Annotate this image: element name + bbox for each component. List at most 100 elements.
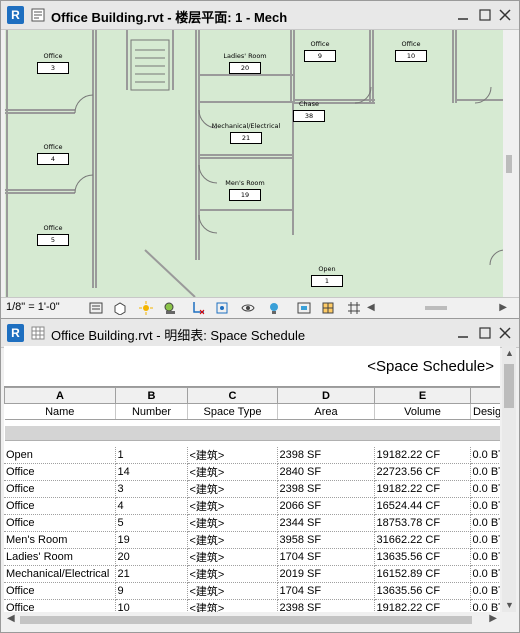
table-cell[interactable]: <建筑> [187,565,278,583]
table-cell[interactable]: 21 [115,565,188,583]
constraints-icon[interactable] [347,301,361,315]
crop-view-icon[interactable] [191,301,205,315]
table-cell[interactable]: 20 [115,548,188,566]
table-cell[interactable]: 3 [115,480,188,498]
table-cell[interactable]: 9 [115,582,188,600]
close-icon[interactable] [497,7,513,23]
column-name[interactable]: Number [115,403,188,420]
table-row[interactable]: Men's Room19<建筑>3958 SF31662.22 CF0.0 BT… [4,531,500,549]
table-cell[interactable]: 3958 SF [277,531,375,549]
plan-vertical-scrollbar[interactable] [503,30,515,297]
table-cell[interactable]: 2840 SF [277,463,375,481]
table-cell[interactable]: 19182.22 CF [374,447,471,464]
table-row[interactable]: Office3<建筑>2398 SF19182.22 CF0.0 BTU [4,480,500,498]
maximize-icon[interactable] [477,325,493,341]
table-cell[interactable]: 19 [115,531,188,549]
maximize-icon[interactable] [477,7,493,23]
table-cell[interactable]: 19182.22 CF [374,599,471,612]
room-tag-mechanical-electrical[interactable]: Mechanical/Electrical 21 [207,122,285,144]
table-cell[interactable]: 16152.89 CF [374,565,471,583]
table-row[interactable]: Office4<建筑>2066 SF16524.44 CF0.0 BTU [4,497,500,515]
table-cell[interactable]: <建筑> [187,447,278,464]
table-row[interactable]: Office10<建筑>2398 SF19182.22 CF0.0 BTU [4,599,500,612]
table-cell[interactable]: 0.0 BTU [470,548,500,566]
schedule-vertical-scrollbar[interactable]: ▲ ▼ [502,346,516,612]
table-cell[interactable]: 13635.56 CF [374,582,471,600]
table-row[interactable]: Mechanical/Electrical 21 <建筑> 2019 SF 16152.… [4,565,500,583]
table-cell[interactable]: Mechanical/Electrical [4,565,116,583]
temporary-view-properties-icon[interactable] [297,301,311,315]
shadows-icon[interactable] [163,301,177,315]
table-cell[interactable]: 2066 SF [277,497,375,515]
room-tag-chase[interactable]: Chase 38 [279,100,339,122]
close-icon[interactable] [497,325,513,341]
table-cell[interactable]: <建筑> [187,531,278,549]
table-cell[interactable]: 19182.22 CF [374,480,471,498]
room-tag-office-3[interactable]: Office 3 [23,52,83,74]
table-cell[interactable]: <建筑> [187,599,278,612]
table-cell[interactable]: 0.0 BTU [470,447,500,464]
table-cell[interactable]: 4 [115,497,188,515]
table-cell[interactable]: <建筑> [187,463,278,481]
room-tag-office-9[interactable]: Office 9 [290,40,350,62]
space-schedule-table[interactable]: <Space Schedule> A B C D E Name Number S… [4,346,500,612]
minimize-icon[interactable] [455,325,471,341]
minimize-icon[interactable] [455,7,471,23]
column-letter[interactable]: E [374,387,471,404]
room-tag-ladies-room[interactable]: Ladies' Room 20 [215,52,275,74]
table-cell[interactable]: 22723.56 CF [374,463,471,481]
table-cell[interactable]: 0.0 BTU [470,480,500,498]
table-cell[interactable]: <建筑> [187,480,278,498]
table-row[interactable]: Office14<建筑>2840 SF22723.56 CF0.0 BTU [4,463,500,481]
detail-level-icon[interactable] [89,301,103,315]
table-cell[interactable]: 0.0 BTU [470,599,500,612]
column-letter[interactable]: D [277,387,375,404]
table-cell[interactable]: 1 [115,447,188,464]
plan-horizontal-scrollbar[interactable]: ◀ ▶ [367,302,507,314]
temporary-hide-icon[interactable] [241,301,255,315]
table-row[interactable]: Ladies' Room 20 <建筑> 1704 SF 13635.56 CF 0.0 … [4,548,500,566]
table-cell[interactable]: <建筑> [187,548,278,566]
table-cell[interactable]: 0.0 BTU [470,582,500,600]
column-name[interactable]: Space Type [187,403,278,420]
schedule-titlebar[interactable]: R Office Building.rvt - 明细表: Space Sched… [1,319,519,348]
column-letter[interactable]: C [187,387,278,404]
column-letter[interactable]: B [115,387,188,404]
schedule-horizontal-scrollbar[interactable]: ◀ ▶ [4,612,500,628]
table-cell[interactable]: 0.0 BTU [470,497,500,515]
table-cell[interactable]: Open [4,447,116,464]
table-cell[interactable]: 0.0 BTU [470,531,500,549]
plan-titlebar[interactable]: R Office Building.rvt - 楼层平面: 1 - Mech [1,1,519,30]
column-name[interactable]: Volume [374,403,471,420]
floor-plan-canvas[interactable]: Office 3 Office 4 Office 5 Ladies' Room 20 M… [5,30,505,297]
analytical-model-icon[interactable] [321,301,335,315]
table-cell[interactable]: 14 [115,463,188,481]
room-tag-office-4[interactable]: Office 4 [23,143,83,165]
show-crop-region-icon[interactable] [215,301,229,315]
table-cell[interactable]: 31662.22 CF [374,531,471,549]
table-cell[interactable]: 0.0 BTU [470,514,500,532]
table-cell[interactable]: Office [4,463,116,481]
table-row[interactable]: Office9<建筑>1704 SF13635.56 CF0.0 BTU [4,582,500,600]
table-cell[interactable]: <建筑> [187,497,278,515]
table-cell[interactable]: 13635.56 CF [374,548,471,566]
table-cell[interactable]: 0.0 BTU [470,463,500,481]
table-cell[interactable]: Office [4,480,116,498]
column-letter[interactable] [470,387,500,404]
table-cell[interactable]: 5 [115,514,188,532]
view-scale[interactable]: 1/8" = 1'-0" [6,301,60,313]
table-cell[interactable]: <建筑> [187,582,278,600]
sun-path-icon[interactable] [139,301,153,315]
table-cell[interactable]: Office [4,497,116,515]
table-cell[interactable]: 2398 SF [277,447,375,464]
table-cell[interactable]: Men's Room [4,531,116,549]
room-tag-office-10[interactable]: Office 10 [381,40,441,62]
room-tag-open[interactable]: Open 1 [297,265,357,287]
table-cell[interactable]: 2019 SF [277,565,375,583]
table-cell[interactable]: Office [4,582,116,600]
table-cell[interactable]: 2398 SF [277,480,375,498]
table-cell[interactable]: Office [4,514,116,532]
table-cell[interactable]: 1704 SF [277,548,375,566]
table-cell[interactable]: Office [4,599,116,612]
room-tag-office-5[interactable]: Office 5 [23,224,83,246]
